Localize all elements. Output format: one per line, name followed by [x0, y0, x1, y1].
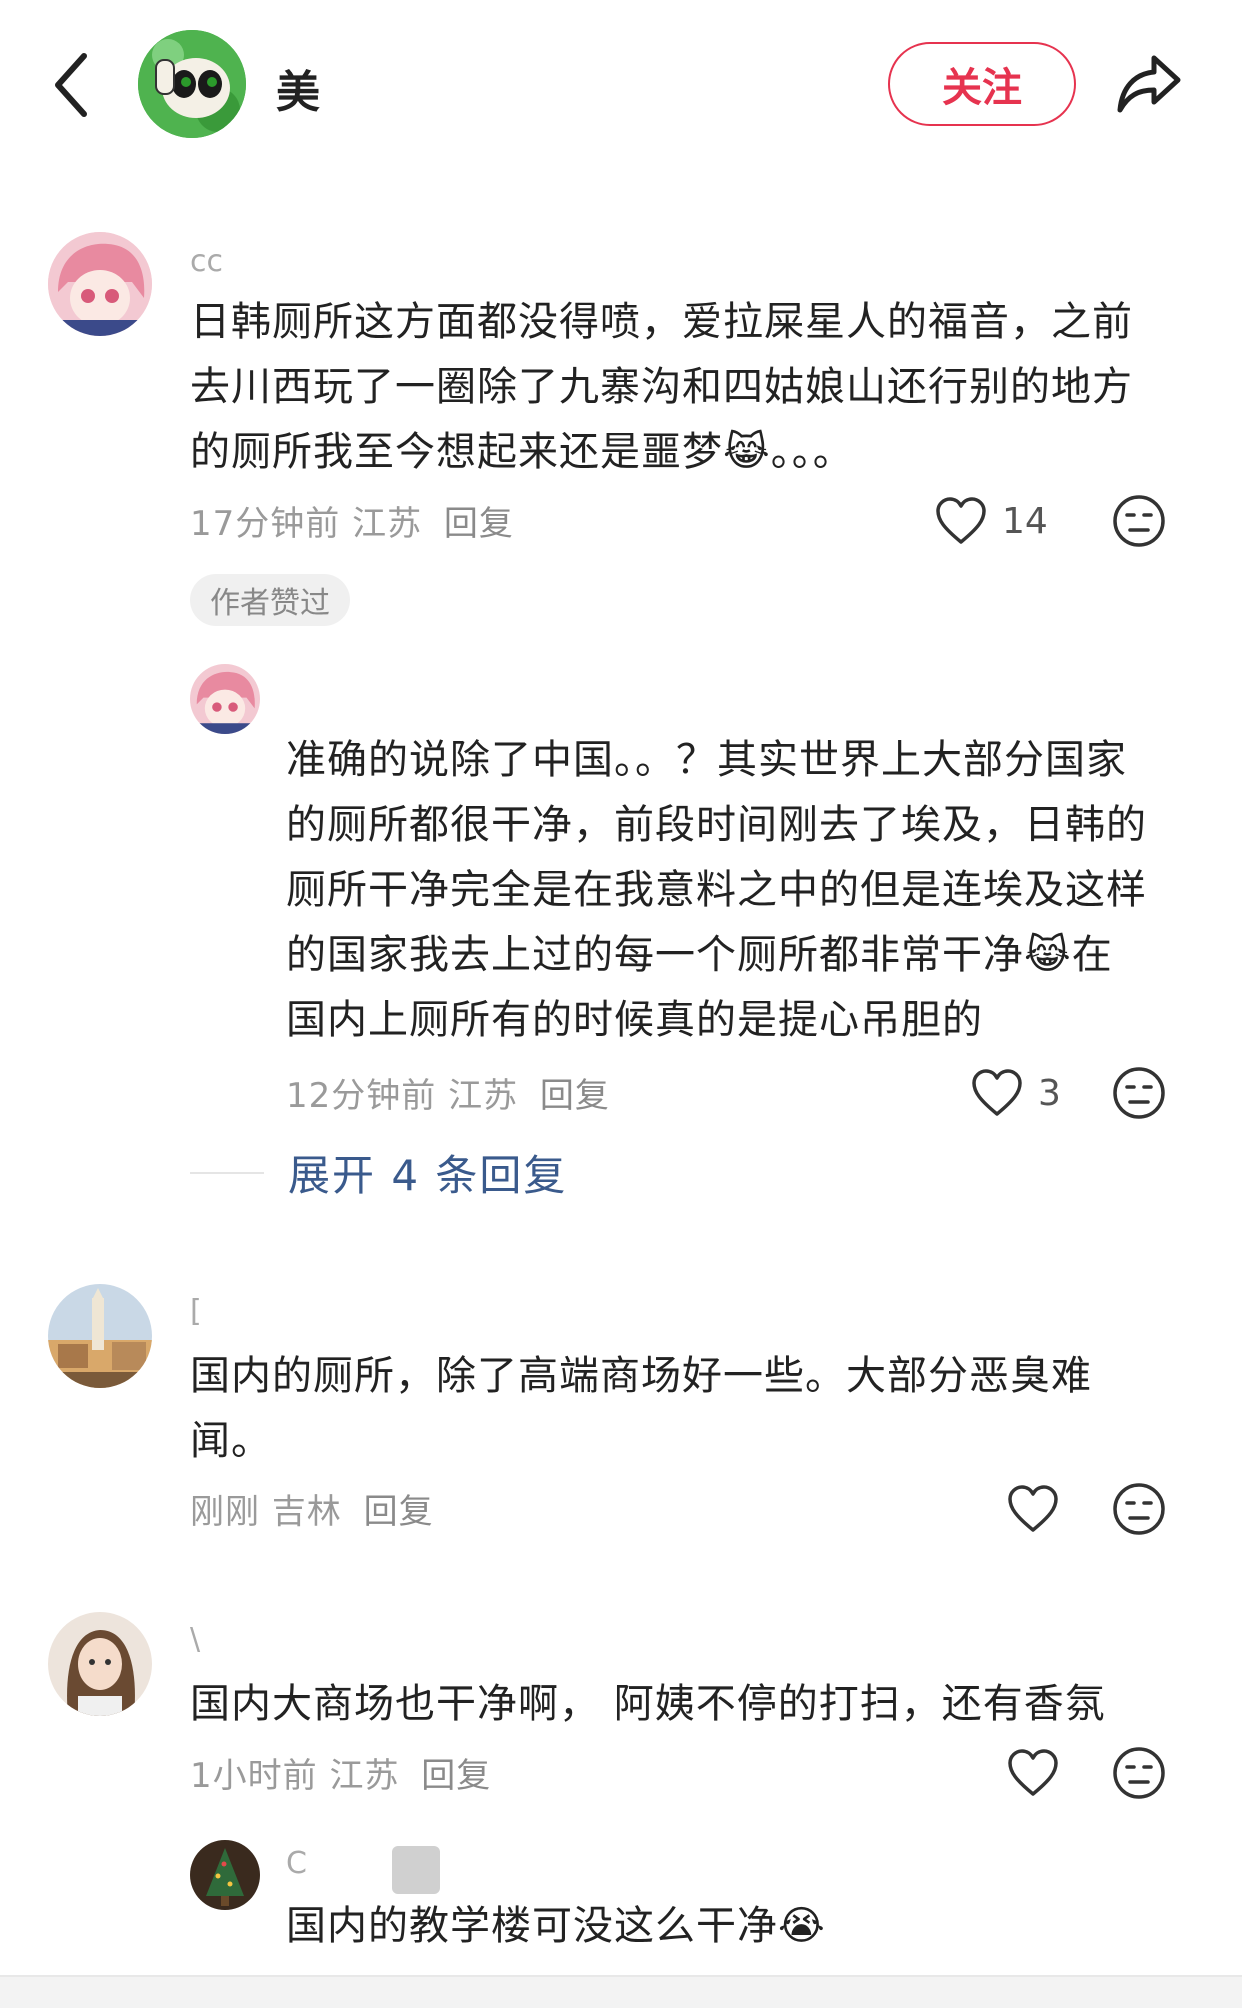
- comment-username[interactable]: cc: [190, 244, 223, 279]
- avatar[interactable]: [190, 1840, 260, 1910]
- like-button[interactable]: [1006, 1484, 1060, 1534]
- comment-text-line: 的国家我去上过的每一个厕所都非常干净😹在: [286, 923, 1206, 988]
- like-count: 3: [1038, 1072, 1061, 1114]
- back-arrow-icon[interactable]: [50, 50, 94, 120]
- heart-icon: [1008, 1485, 1058, 1532]
- author-liked-badge: 作者赞过: [190, 574, 350, 626]
- neutral-face-icon[interactable]: [1112, 1066, 1166, 1120]
- cat-crying-emoji: 😹: [723, 429, 771, 475]
- author-avatar[interactable]: [138, 30, 246, 138]
- comment-username[interactable]: \: [190, 1622, 200, 1657]
- comment-text-line: 厕所干净完全是在我意料之中的但是连埃及这样: [286, 867, 1147, 913]
- comment-location: 江苏: [352, 504, 423, 544]
- comment-text-segment: 在: [1071, 932, 1113, 978]
- comment-time: 刚刚: [190, 1492, 260, 1532]
- obscured-image: [392, 1846, 440, 1894]
- header-bar: 美 关注: [0, 0, 1242, 160]
- follow-button[interactable]: 关注: [888, 42, 1076, 126]
- avatar[interactable]: [190, 664, 260, 734]
- comment-text: 国内大商场也干净啊， 阿姨不停的打扫，还有香氛: [190, 1672, 1170, 1737]
- comment-text: 国内的厕所，除了高端商场好一些。大部分恶臭难 闻。: [190, 1344, 1170, 1474]
- cat-crying-emoji: 😹: [1024, 932, 1072, 978]
- heart-icon: [1008, 1749, 1058, 1796]
- comment-text-line: 国内的教学楼可没这么干净😭: [286, 1894, 1206, 1959]
- neutral-face-icon[interactable]: [1112, 1482, 1166, 1536]
- avatar[interactable]: [48, 232, 152, 336]
- like-count: 14: [1002, 500, 1048, 542]
- like-button[interactable]: 3: [970, 1068, 1061, 1118]
- comment-text-line: 国内的厕所，除了高端商场好一些。大部分恶臭难: [190, 1353, 1092, 1399]
- expand-replies-label: 展开 4 条回复: [288, 1151, 568, 1200]
- comment-text-segment: 国内的教学楼可没这么干净: [286, 1903, 778, 1949]
- comment-text-segment: 。。。: [770, 429, 854, 475]
- comment-text-line: 的厕所都很干净，前段时间刚去了埃及，日韩的: [286, 802, 1147, 848]
- avatar[interactable]: [48, 1284, 152, 1388]
- comment-text-line: 去川西玩了一圈除了九寨沟和四姑娘山还行别的地方: [190, 364, 1133, 410]
- expand-replies-button[interactable]: 展开 4 条回复: [190, 1142, 567, 1203]
- avatar[interactable]: [48, 1612, 152, 1716]
- comment-meta: 刚刚 吉林 回复: [190, 1484, 434, 1533]
- comment-text: 国内的教学楼可没这么干净😭: [286, 1894, 1206, 1959]
- comment-username[interactable]: [: [190, 1294, 202, 1329]
- comment-text-line: 的厕所我至今想起来还是噩梦😹。。。: [190, 420, 1170, 485]
- comment-meta: 1小时前 江苏 回复: [190, 1748, 491, 1797]
- neutral-face-icon[interactable]: [1112, 494, 1166, 548]
- comment-location: 江苏: [448, 1076, 519, 1116]
- author-name[interactable]: 美: [276, 56, 320, 120]
- like-button[interactable]: 14: [934, 496, 1048, 546]
- reply-button[interactable]: 回复: [421, 1756, 491, 1796]
- comment-time: 1小时前: [190, 1756, 318, 1796]
- comment-username[interactable]: C: [286, 1846, 307, 1881]
- bottom-divider: [0, 1975, 1242, 2008]
- comment-location: 吉林: [271, 1492, 342, 1532]
- share-icon[interactable]: [1114, 50, 1184, 116]
- divider: [190, 1171, 264, 1174]
- comment-text-line: 准确的说除了中国。。？其实世界上大部分国家: [286, 737, 1127, 783]
- comment-text-line: 国内大商场也干净啊， 阿姨不停的打扫，还有香氛: [190, 1681, 1106, 1727]
- comment-text-line: 国内上厕所有的时候真的是提心吊胆的: [286, 997, 983, 1043]
- comment-meta: 17分钟前 江苏 回复: [190, 496, 514, 545]
- comment-text-line: 日韩厕所这方面都没得喷，爱拉屎星人的福音，之前: [190, 299, 1133, 345]
- heart-icon: [936, 497, 986, 544]
- comment-text: 准确的说除了中国。。？其实世界上大部分国家 的厕所都很干净，前段时间刚去了埃及，…: [286, 728, 1206, 1053]
- comment-text-segment: 的国家我去上过的每一个厕所都非常干净: [286, 932, 1024, 978]
- comment-text-segment: 的厕所我至今想起来还是噩梦: [190, 429, 723, 475]
- reply-button[interactable]: 回复: [444, 504, 514, 544]
- comment-text-line: 闻。: [190, 1418, 272, 1464]
- comment-location: 江苏: [329, 1756, 400, 1796]
- reply-button[interactable]: 回复: [540, 1076, 610, 1116]
- neutral-face-icon[interactable]: [1112, 1746, 1166, 1800]
- heart-icon: [972, 1069, 1022, 1116]
- comment-time: 12分钟前: [286, 1076, 437, 1116]
- comment-time: 17分钟前: [190, 504, 341, 544]
- crying-emoji: 😭: [778, 1903, 826, 1949]
- like-button[interactable]: [1006, 1748, 1060, 1798]
- comment-text: 日韩厕所这方面都没得喷，爱拉屎星人的福音，之前 去川西玩了一圈除了九寨沟和四姑娘…: [190, 290, 1170, 485]
- reply-button[interactable]: 回复: [364, 1492, 434, 1532]
- comment-meta: 12分钟前 江苏 回复: [286, 1068, 610, 1117]
